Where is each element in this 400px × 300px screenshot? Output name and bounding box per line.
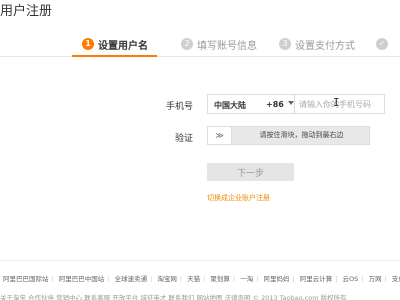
footer-links: 阿里巴巴国际站 | 阿里巴巴中国站 | 全球速卖通 | 淘宝网 | 天猫 | 聚划算 | 一… xyxy=(0,273,400,283)
chevron-down-icon xyxy=(288,101,294,105)
step-label: 填写账号信息 xyxy=(197,40,257,52)
footer-link[interactable]: 阿里妈妈 xyxy=(260,273,292,283)
footer-copyright: 关于淘宝 合作伙伴 营销中心 联系客服 开放平台 诚征英才 联系我们 网站地图 … xyxy=(0,294,347,300)
page-title: 用户注册 xyxy=(0,4,53,19)
region-select[interactable]: 中国大陆 +86 xyxy=(207,94,295,114)
footer-link[interactable]: 天猫 xyxy=(184,273,203,283)
slider-captcha[interactable]: ≫ 请按住滑块，拖动到最右边 xyxy=(207,126,370,145)
step-set-payment: 3 设置支付方式 xyxy=(279,37,355,52)
check-icon: ✓ xyxy=(376,38,388,50)
business-account-link[interactable]: 切换成企业账户注册 xyxy=(207,193,270,203)
verify-label: 验证 xyxy=(174,134,193,144)
step-number-badge: 3 xyxy=(279,38,291,50)
footer-link[interactable]: 聚划算 xyxy=(207,273,233,283)
slider-handle[interactable]: ≫ xyxy=(208,127,232,144)
step-complete: ✓ xyxy=(376,37,388,51)
phone-label: 手机号 xyxy=(165,102,193,112)
footer-divider xyxy=(0,260,400,261)
footer-link[interactable]: 阿里巴巴中国站 xyxy=(56,273,108,283)
active-step-indicator xyxy=(72,55,157,57)
next-button[interactable]: 下一步 xyxy=(207,163,294,181)
step-number-badge: 2 xyxy=(181,38,193,50)
step-fill-account-info: 2 填写账号信息 xyxy=(181,37,257,52)
footer-link[interactable]: 淘宝网 xyxy=(154,273,180,283)
step-label: 设置支付方式 xyxy=(295,40,355,52)
region-value: 中国大陆 xyxy=(214,101,246,110)
country-code: +86 xyxy=(266,100,284,109)
text-cursor-icon: I xyxy=(333,96,340,109)
footer-link[interactable]: 云OS xyxy=(340,273,362,283)
step-set-username: 1 设置用户名 xyxy=(82,37,148,52)
footer-link[interactable]: 支付宝 xyxy=(389,273,400,283)
slider-hint: 请按住滑块，拖动到最右边 xyxy=(259,131,344,139)
step-number-badge: 1 xyxy=(82,38,94,50)
registration-steps: 1 设置用户名 2 填写账号信息 3 设置支付方式 ✓ xyxy=(0,33,400,57)
footer-link[interactable]: 一淘 xyxy=(237,273,256,283)
phone-input[interactable] xyxy=(295,94,385,114)
step-label: 设置用户名 xyxy=(98,40,148,52)
steps-divider xyxy=(0,56,400,57)
footer-link[interactable]: 阿里巴巴国际站 xyxy=(0,273,52,283)
footer-link[interactable]: 阿里云计算 xyxy=(297,273,336,283)
footer-link[interactable]: 全球速卖通 xyxy=(112,273,151,283)
footer-link[interactable]: 万网 xyxy=(366,273,385,283)
